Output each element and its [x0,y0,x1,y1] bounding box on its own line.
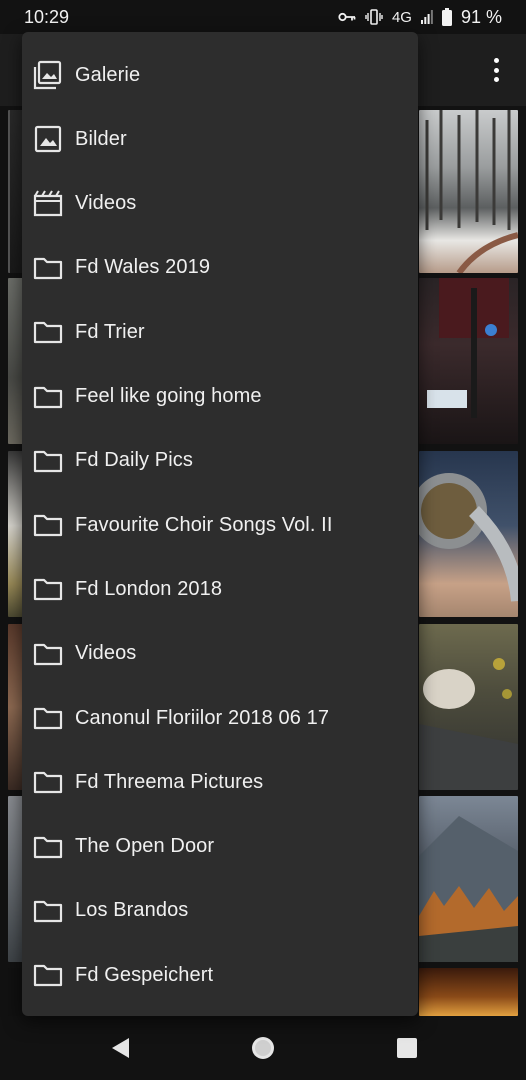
menu-item-label: Fd Trier [75,320,145,343]
back-icon[interactable] [106,1034,134,1062]
folder-icon [33,703,63,733]
menu-item-label: The Open Door [75,835,215,858]
photo-thumbnail[interactable] [419,278,518,444]
menu-item[interactable]: The Open Door [22,815,418,879]
folder-icon [33,639,63,669]
folder-icon [33,960,63,990]
menu-item-label: Fd London 2018 [75,577,223,600]
video-icon [33,189,63,219]
menu-item-label: Videos [75,192,137,215]
photo-thumbnail[interactable] [419,796,518,962]
menu-item[interactable]: Fd Wales 2019 [22,236,418,300]
vibrate-icon [365,9,383,25]
folder-icon [33,896,63,926]
menu-item[interactable]: Fd Gespeichert [22,943,418,1007]
status-icons: 4G 91 % [338,7,502,28]
network-type: 4G [391,8,412,26]
menu-item-label: Feel like going home [75,385,262,407]
gallery-icon [33,60,63,90]
navigation-bar [0,1016,526,1080]
folder-icon [33,317,63,347]
menu-item[interactable]: Fd Daily Pics [22,429,418,493]
menu-item-label: Galerie [75,63,141,86]
folder-icon [33,574,63,604]
album-dropdown-menu: Galerie Bilder Videos Fd Wales 2019 Fd Trier… [22,32,418,1016]
menu-item-label: Bilder [75,127,127,150]
menu-item-label: Fd Wales 2019 [75,256,211,279]
menu-item-label: Favourite Choir Songs Vol. II [75,513,333,536]
menu-item[interactable]: Bilder [22,107,418,171]
battery-level: 91 % [460,6,502,27]
folder-icon [33,446,63,476]
menu-item[interactable]: Fd London 2018 [22,557,418,621]
menu-item-label: Fd Gespeichert [75,963,214,986]
image-icon [33,124,63,154]
menu-item-label: Fd Threema Pictures [75,770,264,793]
photo-thumbnail[interactable] [419,110,518,273]
status-time: 10:29 [24,6,70,27]
menu-item[interactable]: Fd Threema Pictures [22,750,418,814]
menu-item-label: Canonul Floriilor 2018 06 17 [75,706,330,729]
folder-icon [33,832,63,862]
menu-item[interactable]: Los Brandos [22,879,418,943]
folder-icon [33,382,63,412]
screen: 10:29 4G 91 % Galerie Bilder Videos Fd W… [0,0,526,1080]
status-bar: 10:29 4G 91 % [0,0,526,34]
folder-icon [33,253,63,283]
menu-item[interactable]: Videos [22,172,418,236]
menu-item[interactable]: Favourite Choir Songs Vol. II [22,493,418,557]
menu-item-label: Videos [75,642,137,665]
menu-item-label: Los Brandos [75,899,189,922]
photo-thumbnail[interactable] [419,451,518,617]
folder-icon [33,767,63,797]
home-icon[interactable] [249,1034,277,1062]
photo-thumbnail[interactable] [419,624,518,790]
battery-icon [441,8,452,26]
folder-icon [33,510,63,540]
menu-item[interactable]: Galerie [22,43,418,107]
menu-item[interactable]: Videos [22,622,418,686]
recents-icon[interactable] [393,1034,421,1062]
menu-item[interactable]: Canonul Floriilor 2018 06 17 [22,686,418,750]
more-vert-icon[interactable] [486,56,506,84]
signal-icon [420,10,433,24]
photo-thumbnail[interactable] [419,968,518,1016]
menu-item[interactable]: Fd Trier [22,300,418,364]
vpn-key-icon [338,11,356,23]
menu-item-label: Fd Daily Pics [75,449,193,472]
menu-item[interactable]: Feel like going home [22,365,418,429]
